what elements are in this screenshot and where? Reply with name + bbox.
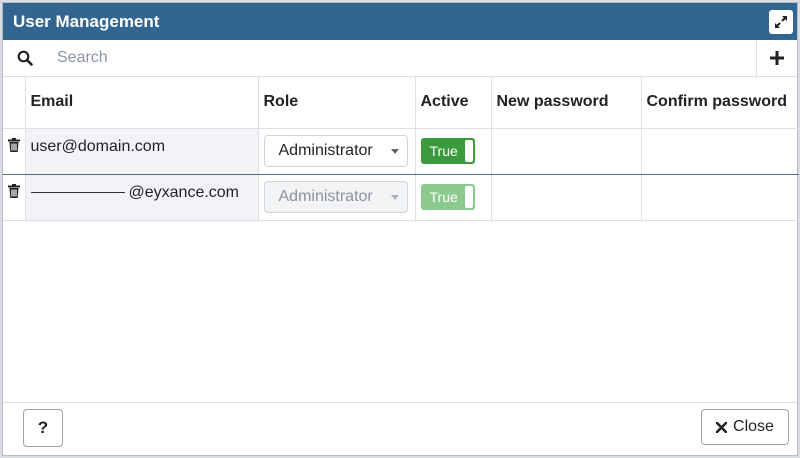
dialog-titlebar: User Management [3, 3, 797, 40]
table-row: user@domain.com Administrator True [3, 128, 799, 175]
close-button-label: Close [733, 418, 774, 435]
users-grid: Email Role Active New password Confirm p… [3, 77, 799, 403]
plus-icon [770, 51, 784, 65]
caret-down-icon [390, 149, 399, 154]
role-select-value: Administrator [278, 188, 373, 205]
delete-cell [3, 174, 26, 221]
table-row: @eyxance.com Administrator True [3, 174, 799, 221]
add-user-button[interactable] [756, 40, 797, 76]
new-password-cell[interactable] [491, 128, 642, 175]
email-domain: @eyxance.com [128, 183, 240, 201]
help-button[interactable]: ? [23, 409, 63, 447]
role-select[interactable]: Administrator [263, 135, 408, 167]
role-cell: Administrator [258, 128, 416, 175]
close-button[interactable]: Close [701, 409, 789, 445]
role-cell: Administrator [258, 174, 416, 221]
caret-down-icon [390, 195, 399, 200]
column-header-active: Active [415, 77, 492, 129]
trash-icon [7, 183, 20, 198]
active-toggle[interactable]: True [420, 138, 475, 164]
toggle-knob [464, 140, 473, 162]
active-toggle[interactable]: True [420, 184, 475, 210]
delete-user-button[interactable] [7, 137, 20, 156]
active-cell: True [415, 174, 492, 221]
search-bar [3, 40, 797, 77]
role-select[interactable]: Administrator [263, 181, 408, 213]
redacted-mark [30, 191, 125, 193]
dialog-footer: ? Close [3, 401, 797, 455]
delete-user-button[interactable] [7, 183, 20, 202]
confirm-password-cell[interactable] [641, 128, 799, 175]
x-icon [716, 421, 728, 433]
table-header-row: Email Role Active New password Confirm p… [3, 77, 799, 129]
column-header-delete [3, 77, 26, 129]
email-cell[interactable]: user@domain.com [25, 128, 259, 175]
column-header-role: Role [258, 77, 416, 129]
active-toggle-label: True [429, 143, 458, 159]
role-select-value: Administrator [278, 142, 373, 159]
search-input[interactable] [47, 42, 709, 74]
column-header-new-password: New password [491, 77, 642, 129]
column-header-confirm-password: Confirm password [641, 77, 799, 129]
column-header-email: Email [25, 77, 259, 129]
active-toggle-label: True [429, 189, 458, 205]
active-cell: True [415, 128, 492, 175]
confirm-password-cell[interactable] [641, 174, 799, 221]
expand-button[interactable] [769, 10, 793, 34]
trash-icon [7, 137, 20, 152]
users-table: Email Role Active New password Confirm p… [3, 77, 799, 221]
new-password-cell[interactable] [491, 174, 642, 221]
expand-icon [775, 16, 787, 28]
search-icon [3, 50, 47, 66]
email-cell[interactable]: @eyxance.com [25, 174, 259, 221]
toggle-knob [464, 186, 473, 208]
delete-cell [3, 128, 26, 175]
dialog-title: User Management [13, 11, 160, 31]
user-management-dialog: User Management Search Email Role Active… [2, 2, 799, 456]
